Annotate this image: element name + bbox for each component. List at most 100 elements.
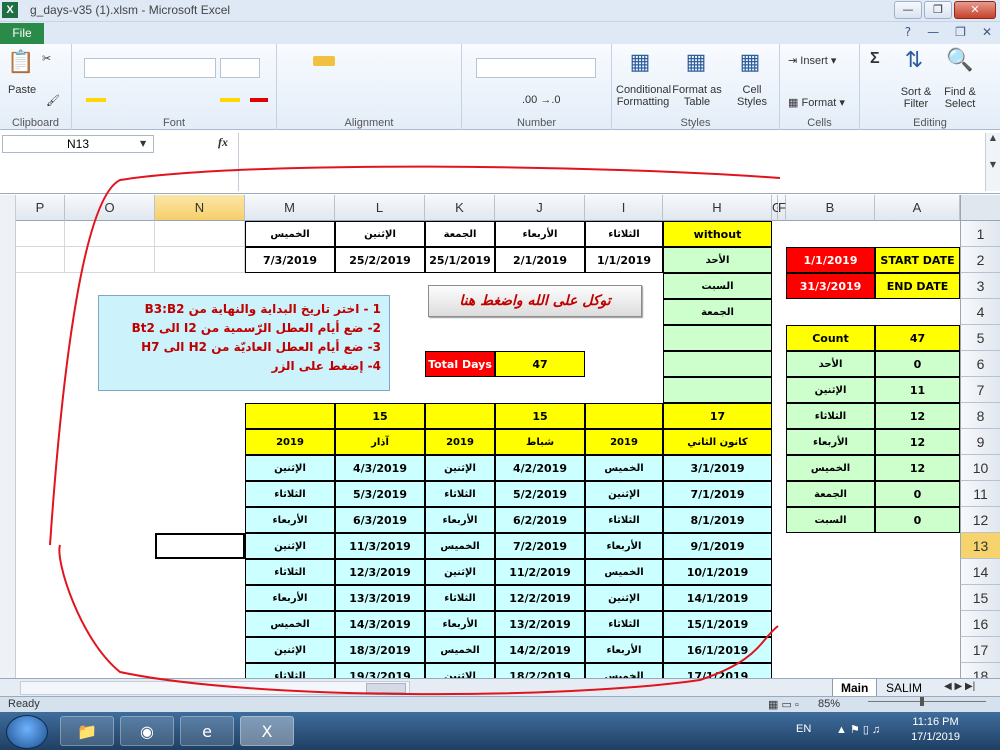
cell-I10[interactable]: الخميس	[585, 455, 663, 481]
insert-button[interactable]: ⇥ Insert ▾	[788, 54, 836, 67]
cell-L12[interactable]: 6/3/2019	[335, 507, 425, 533]
file-tab[interactable]: File	[0, 23, 44, 44]
excel-taskbar-icon[interactable]: X	[240, 716, 294, 746]
cell-H13[interactable]: 9/1/2019	[663, 533, 772, 559]
zoom-thumb[interactable]	[920, 697, 924, 706]
column-header-h[interactable]: H	[663, 195, 772, 221]
cell-N1[interactable]	[155, 221, 245, 247]
cell-J14[interactable]: 11/2/2019	[495, 559, 585, 585]
cell-I1[interactable]: الثلاثاء	[585, 221, 663, 247]
cell-H1[interactable]: without	[663, 221, 772, 247]
column-header-n[interactable]: N	[155, 195, 245, 221]
cell-H12[interactable]: 8/1/2019	[663, 507, 772, 533]
row-header-1[interactable]: 1	[960, 221, 1000, 247]
cell-L17[interactable]: 18/3/2019	[335, 637, 425, 663]
select-all-corner[interactable]	[960, 195, 1000, 221]
cell-P1[interactable]	[16, 221, 65, 247]
cell-L8[interactable]: 15	[335, 403, 425, 429]
cell-M15[interactable]: الأربعاء	[245, 585, 335, 611]
cell-M13[interactable]: الإثنين	[245, 533, 335, 559]
paste-icon[interactable]: 📋	[6, 50, 36, 75]
cell-B5[interactable]: Count	[786, 325, 875, 351]
cell-I12[interactable]: الثلاثاء	[585, 507, 663, 533]
cell-H6[interactable]	[663, 351, 772, 377]
autosum-icon[interactable]: Σ	[870, 50, 880, 68]
format-button[interactable]: ▦ Format ▾	[788, 96, 845, 109]
cell-I14[interactable]: الخميس	[585, 559, 663, 585]
cell-H10[interactable]: 3/1/2019	[663, 455, 772, 481]
minimize-workbook-icon[interactable]: —	[927, 25, 939, 39]
highlight-color-icon[interactable]	[220, 98, 240, 102]
format-painter-icon[interactable]: 🖌	[46, 94, 60, 107]
row-header-12[interactable]: 12	[960, 507, 1000, 533]
cell-H3[interactable]: السبت	[663, 273, 772, 299]
sort-filter-label[interactable]: Sort & Filter	[898, 86, 934, 110]
cell-I9[interactable]: 2019	[585, 429, 663, 455]
format-as-table-icon[interactable]: ▦	[678, 50, 714, 75]
find-select-label[interactable]: Find & Select	[938, 86, 982, 110]
cell-A6[interactable]: 0	[875, 351, 960, 377]
cell-M2[interactable]: 7/3/2019	[245, 247, 335, 273]
horizontal-scroll-thumb[interactable]	[366, 683, 406, 693]
column-header-m[interactable]: M	[245, 195, 335, 221]
row-header-13[interactable]: 13	[960, 533, 1000, 559]
cell-I16[interactable]: الثلاثاء	[585, 611, 663, 637]
row-header-15[interactable]: 15	[960, 585, 1000, 611]
cell-L1[interactable]: الإثنين	[335, 221, 425, 247]
cell-M1[interactable]: الخميس	[245, 221, 335, 247]
cell-K1[interactable]: الجمعة	[425, 221, 495, 247]
cell-P2[interactable]	[16, 247, 65, 273]
total-days-label[interactable]: Total Days	[425, 351, 495, 377]
cell-A11[interactable]: 0	[875, 481, 960, 507]
row-header-4[interactable]: 4	[960, 299, 1000, 325]
cell-J9[interactable]: شباط	[495, 429, 585, 455]
cell-M9[interactable]: 2019	[245, 429, 335, 455]
cell-A8[interactable]: 12	[875, 403, 960, 429]
cell-B8[interactable]: الثلاثاء	[786, 403, 875, 429]
row-header-11[interactable]: 11	[960, 481, 1000, 507]
row-header-8[interactable]: 8	[960, 403, 1000, 429]
excel-icon[interactable]: X	[2, 2, 18, 18]
sheet-tab-main[interactable]: Main	[832, 679, 878, 697]
cell-B3[interactable]: 31/3/2019	[786, 273, 875, 299]
cell-A5[interactable]: 47	[875, 325, 960, 351]
column-header-a[interactable]: A	[875, 195, 960, 221]
minimize-button[interactable]: —	[894, 1, 922, 19]
cell-L2[interactable]: 25/2/2019	[335, 247, 425, 273]
total-days-value[interactable]: 47	[495, 351, 585, 377]
cell-K8[interactable]	[425, 403, 495, 429]
row-header-9[interactable]: 9	[960, 429, 1000, 455]
cell-B7[interactable]: الإثنين	[786, 377, 875, 403]
paste-label[interactable]: Paste	[8, 84, 36, 96]
format-as-table-label[interactable]: Format as Table	[670, 84, 724, 108]
cell-L10[interactable]: 4/3/2019	[335, 455, 425, 481]
cell-O1[interactable]	[65, 221, 155, 247]
selected-cell-n13[interactable]	[155, 533, 245, 559]
cell-H5[interactable]	[663, 325, 772, 351]
formula-input[interactable]	[238, 133, 984, 191]
cell-M16[interactable]: الخميس	[245, 611, 335, 637]
column-header-p[interactable]: P	[16, 195, 65, 221]
cell-H4[interactable]: الجمعة	[663, 299, 772, 325]
cell-M14[interactable]: الثلاثاء	[245, 559, 335, 585]
cell-H15[interactable]: 14/1/2019	[663, 585, 772, 611]
column-header-l[interactable]: L	[335, 195, 425, 221]
horizontal-scrollbar[interactable]	[20, 681, 410, 695]
close-workbook-icon[interactable]: ✕	[982, 25, 992, 39]
cell-A2[interactable]: START DATE	[875, 247, 960, 273]
column-header-k[interactable]: K	[425, 195, 495, 221]
restore-button[interactable]: ❐	[924, 1, 952, 19]
number-format-box[interactable]	[476, 58, 596, 78]
language-indicator[interactable]: EN	[796, 723, 811, 735]
cell-I13[interactable]: الأربعاء	[585, 533, 663, 559]
row-header-7[interactable]: 7	[960, 377, 1000, 403]
decimal-icon[interactable]: .00 →.0	[522, 94, 561, 106]
cell-L9[interactable]: آذار	[335, 429, 425, 455]
sort-filter-icon[interactable]: ⇅	[896, 48, 932, 73]
cell-L13[interactable]: 11/3/2019	[335, 533, 425, 559]
cell-J11[interactable]: 5/2/2019	[495, 481, 585, 507]
cell-I18[interactable]: الخميس	[585, 663, 663, 678]
start-button[interactable]	[6, 715, 48, 749]
cell-B9[interactable]: الأربعاء	[786, 429, 875, 455]
help-icon[interactable]: ?	[905, 25, 911, 39]
